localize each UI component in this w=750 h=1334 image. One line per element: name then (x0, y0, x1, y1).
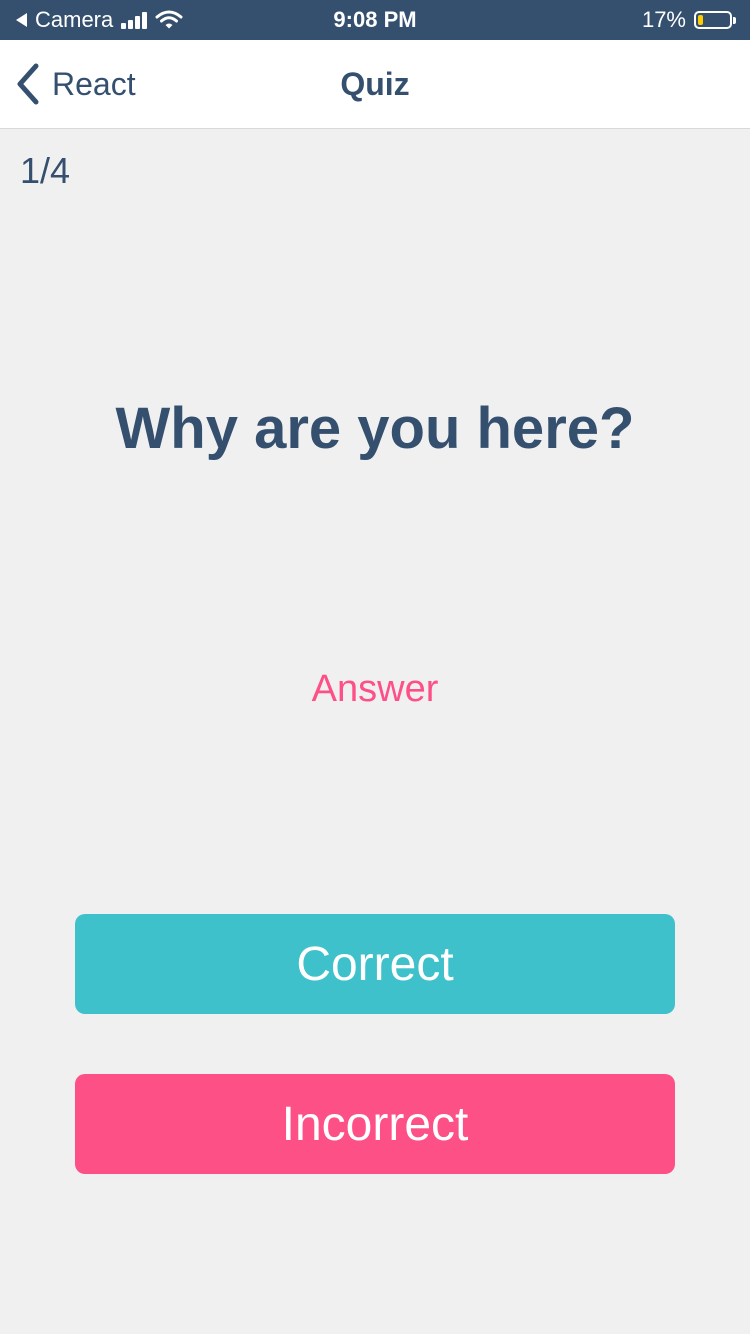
battery-fill (698, 15, 703, 25)
battery-icon (694, 11, 732, 29)
battery-nub (733, 16, 736, 24)
show-answer-button[interactable]: Answer (0, 668, 750, 711)
back-button-label: React (52, 65, 136, 102)
correct-button[interactable]: Correct (75, 914, 675, 1014)
status-time: 9:08 PM (333, 7, 417, 32)
battery-percent: 17% (641, 7, 686, 32)
battery-status: 17% (642, 0, 736, 40)
chevron-left-icon (17, 63, 39, 105)
back-button[interactable]: React (14, 40, 136, 128)
question-counter: 1/4 (20, 150, 71, 191)
status-bar: Camera 9:08 PM 17% (0, 0, 750, 40)
navigation-bar: React Quiz (0, 40, 750, 129)
question-text: Why are you here? (115, 396, 635, 461)
incorrect-button[interactable]: Incorrect (75, 1074, 675, 1174)
